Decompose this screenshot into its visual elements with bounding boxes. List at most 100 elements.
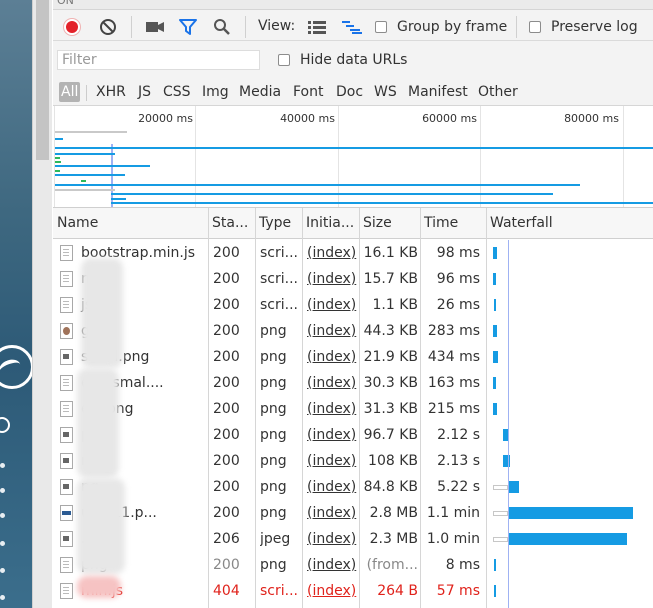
network-overview[interactable]: 20000 ms 40000 ms 60000 ms 80000 ms (53, 106, 653, 208)
request-time: 2.13 s (437, 453, 480, 469)
table-row[interactable]: ng200png(index)84.8 KB5.22 s (53, 474, 653, 500)
overview-grid-line (623, 106, 624, 207)
table-row[interactable]: ng200png(index)108 KB2.13 s (53, 448, 653, 474)
request-initiator-link[interactable]: (index) (307, 552, 357, 578)
table-row[interactable]: ei1.png200png(index)31.3 KB215 ms (53, 396, 653, 422)
group-by-frame-checkbox[interactable]: Group by frame (375, 19, 507, 35)
column-header-status[interactable]: Sta... (208, 208, 255, 239)
type-filter-css[interactable]: CSS (163, 82, 191, 102)
carousel-dot-icon[interactable] (0, 568, 5, 573)
record-button[interactable] (61, 16, 83, 38)
type-filter-img[interactable]: Img (202, 82, 229, 102)
request-initiator-link[interactable]: (index) (307, 474, 357, 500)
type-filter-xhr[interactable]: XHR (96, 82, 126, 102)
column-header-type[interactable]: Type (255, 208, 302, 239)
request-initiator-link[interactable]: (index) (307, 240, 357, 266)
request-status: 200 (213, 401, 240, 417)
carousel-radio-icon[interactable] (0, 417, 10, 433)
request-type: scri... (260, 245, 298, 261)
overview-bar (55, 153, 115, 155)
request-initiator-link[interactable]: (index) (307, 344, 357, 370)
filter-input[interactable] (57, 50, 260, 70)
carousel-dot-icon[interactable] (0, 595, 5, 600)
type-filter-js[interactable]: JS (138, 82, 151, 102)
request-name[interactable]: ns.js (53, 266, 207, 292)
search-button[interactable] (211, 16, 233, 38)
type-filter-media[interactable]: Media (239, 82, 281, 102)
table-row[interactable]: .JPG206jpeg(index)2.3 MB1.0 min (53, 526, 653, 552)
request-initiator-link[interactable]: (index) (307, 578, 357, 604)
request-initiator-link[interactable]: (index) (307, 526, 357, 552)
carousel-dot-icon[interactable] (0, 488, 5, 493)
table-row[interactable]: g 200 png (index) 44.3 KB 283 ms (53, 318, 653, 344)
type-separator (86, 85, 87, 101)
table-row[interactable]: uan-11.p...200png(index)2.8 MB1.1 min (53, 500, 653, 526)
request-name[interactable]: g (53, 318, 207, 344)
column-header-name[interactable]: Name (53, 208, 208, 239)
request-status: 200 (213, 505, 240, 521)
type-filter-manifest[interactable]: Manifest (408, 82, 468, 102)
column-header-size[interactable]: Size (359, 208, 420, 239)
type-filter-ws[interactable]: WS (374, 82, 397, 102)
network-toolbar: ON View: Group by frame Preserve log (53, 0, 653, 41)
large-rows-view-button[interactable] (306, 16, 328, 38)
page-scrollbar-thumb[interactable] (36, 0, 49, 160)
screenshot-button[interactable] (143, 16, 167, 38)
request-initiator-link[interactable]: (index) (307, 422, 357, 448)
request-initiator-link[interactable]: (index) (307, 448, 357, 474)
request-time: 1.1 min (426, 505, 480, 521)
table-row[interactable]: small.png 200 png (index) 21.9 KB 434 ms (53, 344, 653, 370)
request-initiator-link[interactable]: (index) (307, 318, 357, 344)
page-scrollbar[interactable] (32, 0, 52, 608)
overview-view-button[interactable] (341, 16, 363, 38)
hide-data-urls-checkbox[interactable]: Hide data URLs (278, 52, 407, 68)
request-type: png (260, 453, 287, 469)
table-row[interactable]: eng-smal.... 200 png (index) 30.3 KB 163 ms (53, 370, 653, 396)
column-header-waterfall[interactable]: Waterfall (486, 208, 653, 239)
filter-icon (179, 19, 197, 35)
waterfall-download-bar (493, 403, 497, 415)
carousel-dot-icon[interactable] (0, 513, 5, 518)
table-row[interactable]: js 200 scri... (index) 1.1 KB 26 ms (53, 292, 653, 318)
table-row[interactable]: png200png(index)(from...8 ms (53, 552, 653, 578)
table-row[interactable]: bootstrap.min.js 200 scri... (index) 16.1 KB… (53, 240, 653, 266)
request-initiator-link[interactable]: (index) (307, 370, 357, 396)
checkbox-box[interactable] (529, 21, 541, 33)
request-initiator-link[interactable]: (index) (307, 500, 357, 526)
request-type: png (260, 557, 287, 573)
type-filter-all[interactable]: All (59, 82, 81, 102)
clear-button[interactable] (97, 16, 119, 38)
request-name[interactable]: small.png (53, 344, 207, 370)
redaction-blur (81, 258, 123, 368)
carousel-dot-icon[interactable] (0, 541, 5, 546)
request-initiator-link[interactable]: (index) (307, 266, 357, 292)
type-filter-font[interactable]: Font (293, 82, 323, 102)
request-size: 15.7 KB (363, 271, 418, 287)
carousel-dot-icon[interactable] (0, 463, 5, 468)
table-row[interactable]: min.js 404 scri... (index) 264 B 57 ms (53, 578, 653, 604)
overview-bar (55, 138, 63, 140)
type-filter-other[interactable]: Other (478, 82, 518, 102)
resource-type-filter: All XHR JS CSS Img Media Font Doc WS Man… (53, 77, 653, 106)
checkbox-box[interactable] (375, 21, 387, 33)
redaction-blur (77, 368, 119, 478)
request-time: 2.12 s (437, 427, 480, 443)
request-type: png (260, 323, 287, 339)
checkbox-box[interactable] (278, 54, 290, 66)
request-initiator-link[interactable]: (index) (307, 292, 357, 318)
column-header-initiator[interactable]: Initia... (302, 208, 359, 239)
record-icon (63, 18, 81, 36)
request-name[interactable]: js (53, 292, 207, 318)
overview-bar (111, 198, 126, 200)
preserve-log-checkbox[interactable]: Preserve log (529, 19, 638, 35)
type-filter-doc[interactable]: Doc (336, 82, 363, 102)
request-type: png (260, 349, 287, 365)
overview-bar (55, 161, 61, 163)
request-name[interactable]: bootstrap.min.js (53, 240, 207, 266)
request-initiator-link[interactable]: (index) (307, 396, 357, 422)
column-header-time[interactable]: Time (420, 208, 486, 239)
table-row[interactable]: png200png(index)96.7 KB2.12 s (53, 422, 653, 448)
filter-toggle-button[interactable] (177, 16, 199, 38)
request-name[interactable]: min.js (53, 578, 207, 604)
table-row[interactable]: ns.js 200 scri... (index) 15.7 KB 96 ms (53, 266, 653, 292)
